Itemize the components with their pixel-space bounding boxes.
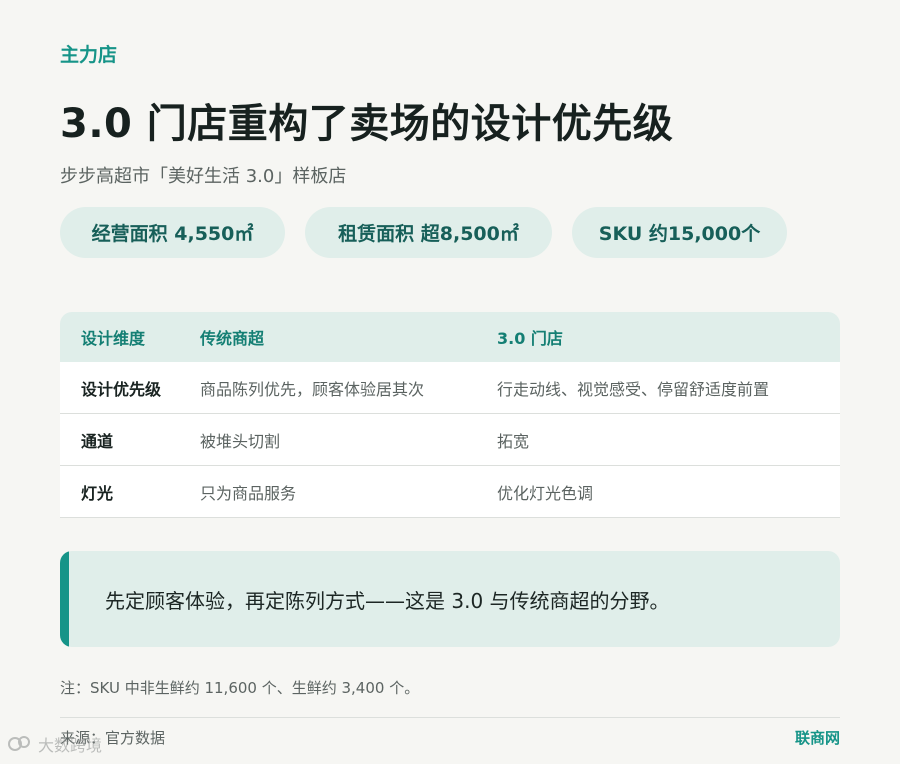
watermark-text: 大数跨境 xyxy=(38,736,103,755)
table-header-cell: 传统商超 xyxy=(200,329,265,348)
callout-text: 先定顾客体验，再定陈列方式——这是 3.0 与传统商超的分野。 xyxy=(105,588,670,613)
article-card: 主力店 3.0 门店重构了卖场的设计优先级 步步高超市「美好生活 3.0」样板店… xyxy=(60,0,840,764)
watermark-logo-icon xyxy=(8,736,30,751)
page-title: 3.0 门店重构了卖场的设计优先级 xyxy=(60,101,674,147)
comparison-table: 设计维度 传统商超 3.0 门店 设计优先级 商品陈列优先，顾客体验居其次 行走… xyxy=(60,312,840,518)
table-header-row: 设计维度 传统商超 3.0 门店 xyxy=(60,312,840,362)
stat-pill-lease: 租赁面积 超8,500㎡ xyxy=(305,207,552,258)
table-header-cell: 设计维度 xyxy=(81,329,146,348)
table-cell: 通道 xyxy=(81,431,114,451)
table-cell: 优化灯光色调 xyxy=(497,483,594,503)
callout-accent-bar xyxy=(60,551,69,647)
table-cell: 只为商品服务 xyxy=(200,483,297,503)
table-row: 灯光 只为商品服务 优化灯光色调 xyxy=(60,466,840,518)
footer-divider xyxy=(60,717,840,718)
footnote: 注：SKU 中非生鲜约 11,600 个、生鲜约 3,400 个。 xyxy=(60,679,420,697)
stat-pills: 经营面积 4,550㎡ 租赁面积 超8,500㎡ SKU 约15,000个 xyxy=(60,207,787,258)
table-row: 通道 被堆头切割 拓宽 xyxy=(60,414,840,466)
key-takeaway-callout: 先定顾客体验，再定陈列方式——这是 3.0 与传统商超的分野。 xyxy=(60,551,840,647)
stat-pill-area: 经营面积 4,550㎡ xyxy=(60,207,285,258)
table-row: 设计优先级 商品陈列优先，顾客体验居其次 行走动线、视觉感受、停留舒适度前置 xyxy=(60,362,840,414)
page-subtitle: 步步高超市「美好生活 3.0」样板店 xyxy=(60,166,347,187)
table-cell: 设计优先级 xyxy=(81,379,162,399)
table-cell: 灯光 xyxy=(81,483,114,503)
table-cell: 行走动线、视觉感受、停留舒适度前置 xyxy=(497,379,770,399)
brand-label: 联商网 xyxy=(794,729,840,747)
table-cell: 商品陈列优先，顾客体验居其次 xyxy=(200,379,425,399)
table-header-cell: 3.0 门店 xyxy=(497,329,563,348)
stat-pill-sku: SKU 约15,000个 xyxy=(572,207,787,258)
table-cell: 被堆头切割 xyxy=(200,431,281,451)
table-cell: 拓宽 xyxy=(497,431,530,451)
section-kicker: 主力店 xyxy=(60,44,118,66)
watermark: 大数跨境 xyxy=(8,732,102,756)
